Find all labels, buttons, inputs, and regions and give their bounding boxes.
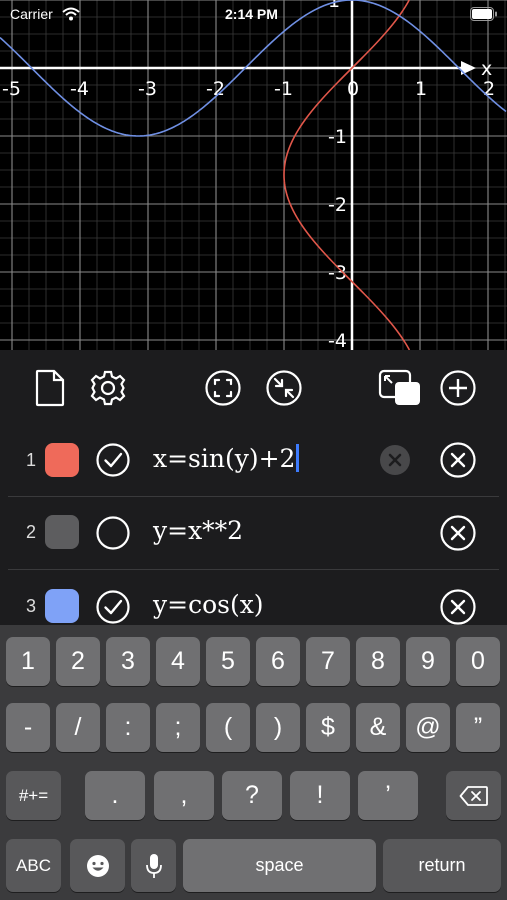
- key-6[interactable]: 6: [256, 637, 300, 686]
- key-comma[interactable]: ,: [154, 771, 214, 820]
- x-tick-label: 1: [415, 78, 427, 100]
- key-semicolon[interactable]: ;: [156, 703, 200, 752]
- mic-icon: [145, 853, 162, 878]
- x-tick-label: -3: [138, 78, 157, 100]
- key-4[interactable]: 4: [156, 637, 200, 686]
- switch-view-button[interactable]: [378, 369, 422, 407]
- visible-check-icon[interactable]: [95, 589, 131, 625]
- delete-equation-icon[interactable]: [439, 588, 477, 625]
- color-swatch[interactable]: [45, 515, 79, 549]
- equation-input[interactable]: x=sin(y)+2: [153, 444, 300, 473]
- x-tick-label: 0: [347, 78, 359, 100]
- gear-icon: [90, 370, 126, 406]
- key-symbols[interactable]: #+=: [6, 771, 61, 820]
- battery-icon: [470, 7, 497, 21]
- equation-input[interactable]: y=cos(x): [153, 590, 264, 619]
- key-dollar[interactable]: $: [306, 703, 350, 752]
- key-5[interactable]: 5: [206, 637, 250, 686]
- key-3[interactable]: 3: [106, 637, 150, 686]
- key-at[interactable]: @: [406, 703, 450, 752]
- key-0[interactable]: 0: [456, 637, 500, 686]
- plus-circle-icon: [440, 370, 476, 406]
- x-tick-label: -5: [2, 78, 21, 100]
- key-9[interactable]: 9: [406, 637, 450, 686]
- settings-button[interactable]: [89, 369, 127, 407]
- clock: 2:14 PM: [225, 6, 278, 22]
- y-tick-label: -4: [328, 330, 347, 350]
- equation-index: 3: [25, 596, 36, 616]
- wifi-icon: [62, 7, 80, 21]
- delete-equation-icon[interactable]: [439, 514, 477, 552]
- equation-index: 2: [25, 522, 36, 542]
- key-apostrophe[interactable]: ’: [358, 771, 418, 820]
- status-bar: Carrier 2:14 PM: [0, 0, 507, 30]
- x-axis-label: x: [481, 58, 492, 80]
- y-tick-label: -1: [328, 126, 347, 148]
- key-exclamation[interactable]: !: [290, 771, 350, 820]
- equation-row-2[interactable]: 2 y=x**2: [0, 497, 507, 569]
- emoji-icon: [86, 854, 109, 877]
- key-slash[interactable]: /: [56, 703, 100, 752]
- key-colon[interactable]: :: [106, 703, 150, 752]
- key-quote[interactable]: ”: [456, 703, 500, 752]
- key-space[interactable]: space: [183, 839, 376, 892]
- key-abc[interactable]: ABC: [6, 839, 61, 892]
- graph-canvas[interactable]: -5 -4 -3 -2 -1 0 1 21-1-2-3-4 x: [0, 0, 507, 350]
- visible-check-icon[interactable]: [95, 442, 131, 478]
- key-ampersand[interactable]: &: [356, 703, 400, 752]
- key-2[interactable]: 2: [56, 637, 100, 686]
- fit-view-button[interactable]: [204, 369, 242, 407]
- key-close-paren[interactable]: ): [256, 703, 300, 752]
- new-document-button[interactable]: [31, 369, 69, 407]
- y-tick-label: -2: [328, 194, 347, 216]
- x-tick-label: -4: [70, 78, 89, 100]
- key-7[interactable]: 7: [306, 637, 350, 686]
- key-1[interactable]: 1: [6, 637, 50, 686]
- window-switch-icon: [378, 369, 420, 405]
- delete-icon: [459, 785, 488, 806]
- zoom-in-button[interactable]: [265, 369, 303, 407]
- add-equation-button[interactable]: [439, 369, 477, 407]
- keyboard: 1 2 3 4 5 6 7 8 9 0 - / : ; ( ) $ & @ ” …: [0, 625, 507, 900]
- equation-row-3[interactable]: 3 y=cos(x): [0, 570, 507, 625]
- key-dictation[interactable]: [131, 839, 176, 892]
- key-delete[interactable]: [446, 771, 501, 820]
- carrier-label: Carrier: [10, 6, 53, 22]
- delete-equation-icon[interactable]: [439, 441, 477, 479]
- text-caret: [296, 444, 300, 472]
- doc-icon: [35, 369, 65, 407]
- key-open-paren[interactable]: (: [206, 703, 250, 752]
- color-swatch[interactable]: [45, 589, 79, 623]
- key-question[interactable]: ?: [222, 771, 282, 820]
- grid-major: [0, 0, 507, 350]
- key-period[interactable]: .: [85, 771, 145, 820]
- color-swatch[interactable]: [45, 443, 79, 477]
- key-minus[interactable]: -: [6, 703, 50, 752]
- key-emoji[interactable]: [70, 839, 125, 892]
- equation-index: 1: [25, 450, 36, 470]
- equation-panel: 1 x=sin(y)+2 2 y=x**2 3 y=cos(x): [0, 350, 507, 625]
- hidden-circle-icon[interactable]: [95, 515, 131, 551]
- key-8[interactable]: 8: [356, 637, 400, 686]
- equation-input[interactable]: y=x**2: [153, 516, 243, 545]
- clear-input-icon[interactable]: [378, 443, 412, 477]
- equation-row-1[interactable]: 1 x=sin(y)+2: [0, 424, 507, 496]
- curve-x-sin-y-plus-2: [283, 0, 411, 350]
- fit-view-icon: [205, 370, 241, 406]
- x-tick-label: -1: [274, 78, 293, 100]
- grid-minor: [0, 0, 507, 350]
- key-return[interactable]: return: [383, 839, 501, 892]
- compress-icon: [266, 370, 302, 406]
- tick-labels: -5 -4 -3 -2 -1 0 1 21-1-2-3-4: [2, 0, 495, 350]
